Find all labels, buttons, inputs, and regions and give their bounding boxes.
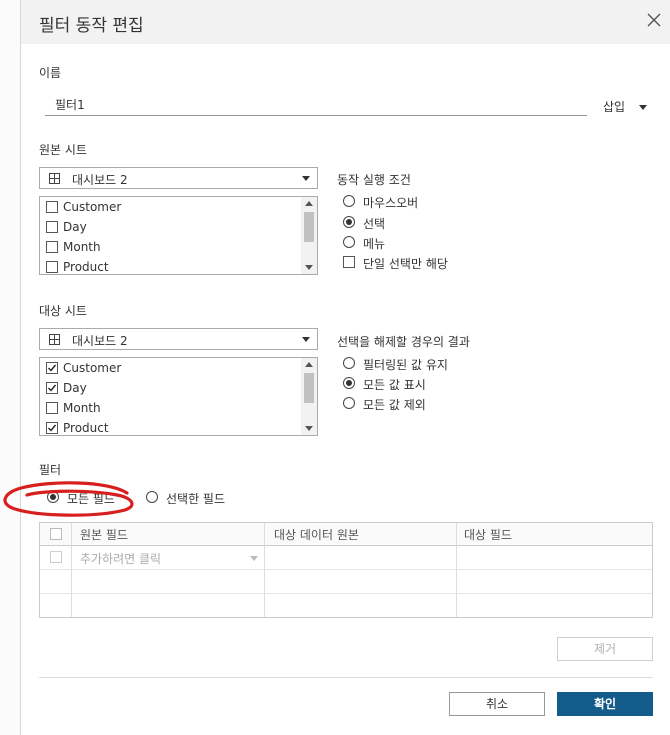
- checkbox[interactable]: [46, 241, 58, 253]
- scroll-thumb[interactable]: [304, 373, 314, 403]
- remove-button[interactable]: 제거: [557, 637, 653, 661]
- target-sheets-list[interactable]: Customer Day Month Product: [39, 357, 318, 436]
- name-input[interactable]: [45, 94, 587, 116]
- dashboard-icon: [49, 173, 60, 184]
- checkmark-icon: [48, 424, 57, 432]
- edit-filter-action-dialog: 필터 동작 편집 이름 삽입 원본 시트 대시보드 2 Customer Day: [3, 0, 670, 735]
- source-sheets-select[interactable]: 대시보드 2: [39, 167, 318, 189]
- checkbox[interactable]: [46, 261, 58, 273]
- target-sheets-selected: 대시보드 2: [72, 334, 128, 348]
- run-action-on-label: 동작 실행 조건: [337, 173, 411, 187]
- target-sheets-label: 대상 시트: [39, 304, 87, 318]
- scroll-up-icon[interactable]: [305, 201, 313, 206]
- column-header: 원본 필드: [80, 528, 128, 542]
- chevron-down-icon[interactable]: [250, 556, 258, 561]
- scroll-down-icon[interactable]: [305, 265, 313, 270]
- source-sheets-selected: 대시보드 2: [72, 173, 128, 187]
- radio-button[interactable]: [343, 377, 355, 389]
- name-label: 이름: [39, 66, 62, 80]
- radio-button[interactable]: [343, 195, 355, 207]
- radio-button[interactable]: [343, 216, 355, 228]
- select-all-checkbox[interactable]: [50, 528, 62, 540]
- checkmark-icon: [48, 364, 57, 372]
- checkmark-icon: [48, 384, 57, 392]
- source-sheets-list[interactable]: Customer Day Month Product: [39, 196, 318, 275]
- checkbox[interactable]: [50, 551, 62, 563]
- close-icon[interactable]: [643, 9, 665, 31]
- add-field-placeholder[interactable]: 추가하려면 클릭: [80, 550, 161, 567]
- red-annotation-circle: [3, 481, 134, 517]
- source-sheets-label: 원본 시트: [39, 143, 87, 157]
- table-row[interactable]: 추가하려면 클릭: [40, 546, 652, 569]
- scroll-up-icon[interactable]: [305, 362, 313, 367]
- radio-button[interactable]: [343, 236, 355, 248]
- chevron-down-icon: [638, 105, 647, 110]
- cancel-button[interactable]: 취소: [449, 692, 545, 716]
- background-window-strip: [0, 0, 20, 735]
- target-sheets-select[interactable]: 대시보드 2: [39, 328, 318, 350]
- insert-dropdown[interactable]: 삽입: [603, 98, 647, 115]
- scroll-down-icon[interactable]: [305, 426, 313, 431]
- field-mapping-table: 원본 필드 대상 데이터 원본 대상 필드 추가하려면 클릭: [39, 522, 653, 618]
- checkbox[interactable]: [46, 201, 58, 213]
- divider: [39, 677, 653, 678]
- checkbox-checked[interactable]: [46, 422, 58, 434]
- insert-label: 삽입: [603, 100, 626, 114]
- dashboard-icon: [49, 334, 60, 345]
- scrollbar[interactable]: [301, 358, 317, 435]
- checkbox[interactable]: [46, 221, 58, 233]
- dialog-title: 필터 동작 편집: [39, 16, 144, 36]
- checkbox[interactable]: [46, 402, 58, 414]
- checkbox-checked[interactable]: [46, 382, 58, 394]
- scrollbar[interactable]: [301, 197, 317, 274]
- checkbox[interactable]: [343, 256, 355, 268]
- clearing-selection-label: 선택을 해제할 경우의 결과: [337, 335, 470, 349]
- radio-button[interactable]: [343, 357, 355, 369]
- column-header: 대상 필드: [464, 528, 512, 542]
- column-header: 대상 데이터 원본: [274, 528, 359, 542]
- ok-button[interactable]: 확인: [557, 692, 653, 716]
- title-bar: 필터 동작 편집: [21, 0, 670, 44]
- table-header: 원본 필드 대상 데이터 원본 대상 필드: [40, 523, 652, 546]
- checkbox-checked[interactable]: [46, 362, 58, 374]
- radio-button[interactable]: [343, 397, 355, 409]
- scroll-thumb[interactable]: [304, 212, 314, 242]
- chevron-down-icon: [302, 337, 310, 342]
- chevron-down-icon: [302, 176, 310, 181]
